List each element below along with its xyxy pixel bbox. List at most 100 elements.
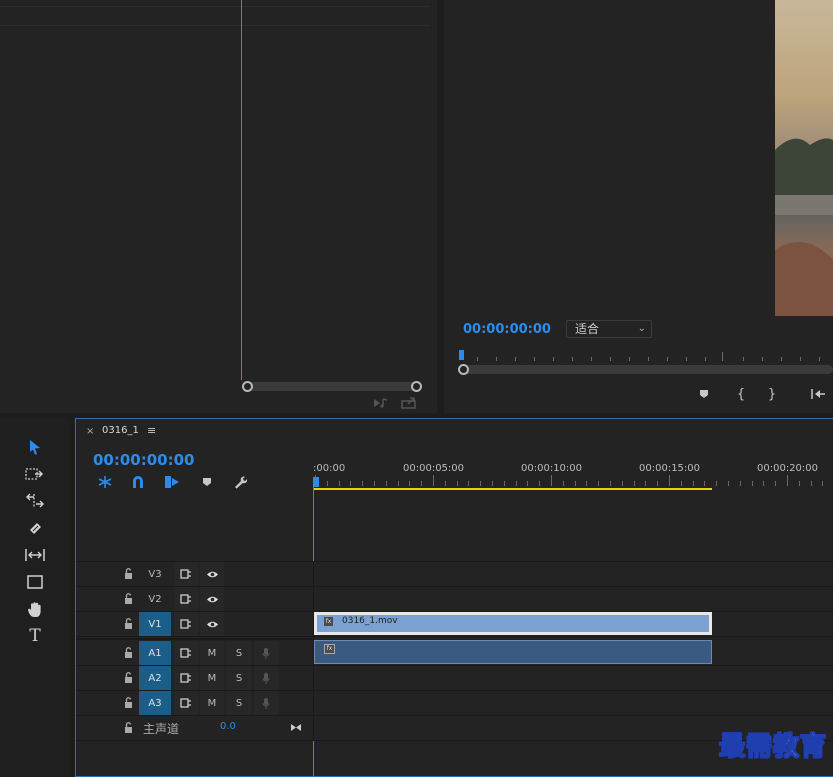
toggle-sync-lock-icon[interactable] — [174, 691, 198, 715]
track-label-a1[interactable]: A1 — [139, 641, 171, 665]
timeline-timecode[interactable]: 00:00:00:00 — [93, 451, 195, 469]
linked-selection-icon[interactable] — [163, 474, 181, 490]
ruler-tick — [810, 481, 812, 486]
ripple-edit-icon[interactable] — [22, 490, 48, 512]
tools-panel: T — [0, 418, 69, 777]
bowtie-icon[interactable] — [289, 721, 303, 733]
ruler-tick — [444, 481, 446, 486]
program-video-frame — [775, 0, 833, 316]
type-icon[interactable]: T — [22, 625, 48, 647]
razor-icon[interactable] — [22, 517, 48, 539]
close-tab-icon[interactable]: × — [86, 426, 94, 437]
track-header-master: 主声道 0.0 — [76, 716, 313, 740]
lock-icon[interactable] — [122, 567, 134, 579]
toggle-sync-lock-icon[interactable] — [174, 641, 198, 665]
wrench-settings-icon[interactable] — [231, 474, 249, 490]
ruler-tick — [338, 481, 340, 486]
marker-icon[interactable] — [696, 386, 712, 402]
tab-menu-icon[interactable]: ≡ — [147, 424, 156, 437]
source-monitor-panel — [0, 0, 437, 413]
track-label-v3[interactable]: V3 — [139, 562, 171, 586]
ruler-tick — [657, 481, 659, 486]
program-time-ruler[interactable] — [458, 350, 833, 364]
eye-icon[interactable] — [200, 612, 224, 636]
microphone-icon[interactable] — [254, 666, 278, 690]
add-marker-icon[interactable] — [198, 474, 216, 490]
slip-icon[interactable] — [22, 544, 48, 566]
track-label-a2[interactable]: A2 — [139, 666, 171, 690]
lock-icon[interactable] — [122, 592, 134, 604]
sequence-tab-label[interactable]: 0316_1 — [102, 425, 139, 436]
nest-sequence-icon[interactable] — [96, 474, 114, 490]
eye-icon[interactable] — [200, 587, 224, 611]
ruler-tick — [621, 481, 623, 486]
timeline-time-ruler[interactable]: :00:00 00:00:05:00 00:00:10:00 00:00:15:… — [313, 459, 833, 491]
toggle-sync-lock-icon[interactable] — [174, 612, 198, 636]
track-label-a3[interactable]: A3 — [139, 691, 171, 715]
ruler-tick — [456, 481, 458, 486]
video-clip[interactable]: fx 0316_1.mov — [314, 612, 712, 635]
hand-icon[interactable] — [22, 598, 48, 620]
ruler-tick — [716, 481, 718, 486]
lock-icon[interactable] — [122, 617, 134, 629]
toggle-sync-lock-icon[interactable] — [174, 666, 198, 690]
mute-button[interactable]: M — [200, 666, 224, 690]
ruler-tick — [503, 481, 505, 486]
solo-button[interactable]: S — [227, 641, 251, 665]
source-scroll-end-handle[interactable] — [411, 381, 422, 392]
ruler-tick — [739, 481, 741, 486]
program-timecode[interactable]: 00:00:00:00 — [463, 322, 551, 337]
ruler-tick — [586, 481, 588, 486]
ruler-tick — [598, 481, 600, 486]
lock-icon[interactable] — [122, 721, 134, 733]
lock-icon[interactable] — [122, 671, 134, 683]
ruler-tick — [680, 481, 682, 486]
program-zoom-scrollbar[interactable] — [464, 365, 833, 374]
toggle-sync-lock-icon[interactable] — [174, 562, 198, 586]
ruler-tick — [409, 481, 411, 486]
in-point-icon[interactable]: { — [733, 386, 749, 402]
ruler-tick — [527, 481, 529, 486]
ruler-tick — [480, 481, 482, 486]
ruler-tick — [728, 481, 729, 486]
selection-tool-icon[interactable] — [22, 436, 48, 458]
ruler-tick — [397, 481, 399, 486]
ruler-tick — [704, 481, 706, 486]
eye-icon[interactable] — [200, 562, 224, 586]
program-monitor-panel: 00:00:00:00 适合 ⌄ { } — [444, 0, 833, 413]
source-scroll-start-handle[interactable] — [242, 381, 253, 392]
ruler-tick — [763, 481, 765, 486]
mute-button[interactable]: M — [200, 691, 224, 715]
work-area-bar[interactable] — [313, 488, 712, 490]
track-header-a2: A2 M S — [76, 666, 313, 690]
source-zoom-scrollbar[interactable] — [246, 382, 418, 391]
out-point-icon[interactable]: } — [764, 386, 780, 402]
ruler-tick — [326, 481, 328, 486]
audio-clip[interactable]: fx — [314, 640, 712, 664]
ruler-tick — [515, 481, 517, 486]
ruler-label: :00:00 — [313, 463, 346, 474]
mute-button[interactable]: M — [200, 641, 224, 665]
ruler-tick — [374, 481, 375, 486]
program-playhead-marker[interactable] — [459, 350, 464, 360]
program-scroll-start-handle[interactable] — [458, 364, 469, 375]
snap-magnet-icon[interactable] — [129, 474, 147, 490]
track-select-icon[interactable] — [22, 463, 48, 485]
ruler-label: 00:00:15:00 — [639, 463, 701, 474]
microphone-icon[interactable] — [254, 641, 278, 665]
rectangle-icon[interactable] — [22, 571, 48, 593]
ruler-tick — [562, 481, 564, 486]
lock-icon[interactable] — [122, 646, 134, 658]
master-volume-value[interactable]: 0.0 — [220, 721, 236, 732]
track-label-v2[interactable]: V2 — [139, 587, 171, 611]
fit-dropdown[interactable]: 适合 ⌄ — [566, 320, 652, 338]
track-label-v1[interactable]: V1 — [139, 612, 171, 636]
lock-icon[interactable] — [122, 696, 134, 708]
go-to-in-icon[interactable] — [808, 386, 828, 402]
export-frame-icon[interactable] — [400, 396, 418, 410]
toggle-sync-lock-icon[interactable] — [174, 587, 198, 611]
microphone-icon[interactable] — [254, 691, 278, 715]
solo-button[interactable]: S — [227, 691, 251, 715]
solo-button[interactable]: S — [227, 666, 251, 690]
insert-audio-icon[interactable] — [372, 396, 390, 410]
